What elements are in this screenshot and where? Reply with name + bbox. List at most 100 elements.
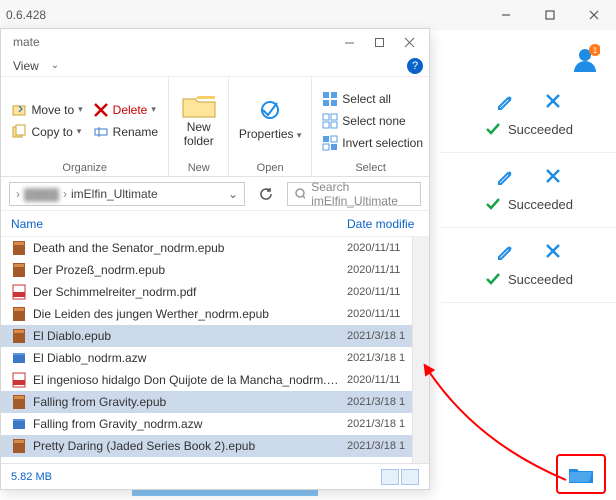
file-name: Der Schimmelreiter_nodrm.pdf [33,285,341,299]
user-avatar-icon[interactable]: 1 [570,44,600,74]
file-icon [11,438,27,454]
chevron-right-icon: › [16,187,20,201]
file-date: 2021/3/18 1 [347,462,419,463]
file-row[interactable]: Der Prozeß_nodrm.epub2020/11/11 [1,259,429,281]
chevron-down-icon: ▾ [77,126,82,137]
file-row[interactable]: El Diablo_nodrm.azw 2021/3/18 1 [1,347,429,369]
footer-size: 5.82 MB [11,471,52,483]
file-name: Pretty Daring (Jaded Series Book 2)_nodr… [33,461,341,463]
file-icon [11,372,27,388]
explorer-minimize-button[interactable] [335,31,363,53]
ribbon-group-organize: Move to ▾ Copy to ▾ Delete ▾ Rename Orga… [1,77,169,176]
view-menu[interactable]: View [1,59,51,73]
ribbon-group-select: Select all Select none Invert selection … [312,77,429,176]
file-list[interactable]: Death and the Senator_nodrm.epub 2020/11/… [1,237,429,463]
file-date: 2020/11/11 [347,286,419,298]
ribbon-group-label: Select [318,162,423,174]
file-icon [11,284,27,300]
close-icon[interactable] [544,242,562,262]
search-input[interactable]: Search imElfin_Ultimate [287,182,421,206]
file-icon [11,240,27,256]
status-label: Succeeded [508,272,573,287]
file-name: Die Leiden des jungen Werther_nodrm.epub [33,307,341,321]
help-icon[interactable]: ? [407,58,423,74]
select-none-button[interactable]: Select none [322,113,423,129]
file-date: 2021/3/18 1 [347,352,419,364]
status-label: Succeeded [508,122,573,137]
chevron-down-icon[interactable]: ⌄ [228,187,238,201]
ribbon-group-label: Organize [7,162,162,174]
file-row[interactable]: Der Schimmelreiter_nodrm.pdf 2020/11/11 [1,281,429,303]
file-icon [11,350,27,366]
chevron-down-icon[interactable]: ⌄ [51,60,59,71]
explorer-titlebar: mate [1,29,429,55]
breadcrumb-parent[interactable]: ▓▓▓▓ [24,187,59,201]
explorer-close-button[interactable] [395,31,423,53]
file-row[interactable]: Falling from Gravity_nodrm.azw 2021/3/18 … [1,413,429,435]
annotation-highlight-box [556,454,606,494]
file-row[interactable]: Death and the Senator_nodrm.epub2020/11/… [1,237,429,259]
app-close-button[interactable] [572,0,616,30]
file-date: 2020/11/11 [347,308,419,320]
select-all-button[interactable]: Select all [322,91,423,107]
file-row[interactable]: Falling from Gravity.epub2021/3/18 1 [1,391,429,413]
search-placeholder: Search imElfin_Ultimate [311,180,414,208]
address-bar: › ▓▓▓▓ › imElfin_Ultimate ⌄ Search imElf… [1,177,429,211]
file-name: Falling from Gravity_nodrm.azw [33,417,341,431]
file-date: 2021/3/18 1 [347,418,419,430]
file-icon [11,262,27,278]
ribbon: Move to ▾ Copy to ▾ Delete ▾ Rename Orga… [1,77,429,177]
file-row[interactable]: Pretty Daring (Jaded Series Book 2)_nodr… [1,457,429,463]
conversion-item: Succeeded [441,228,616,303]
explorer-maximize-button[interactable] [365,31,393,53]
file-row[interactable]: El ingenioso hidalgo Don Quijote de la M… [1,369,429,391]
view-icons-button[interactable] [401,469,419,485]
column-date[interactable]: Date modifie [347,217,419,231]
chevron-right-icon: › [63,187,67,201]
open-folder-icon[interactable] [568,463,594,485]
close-icon[interactable] [544,167,562,187]
delete-button[interactable]: Delete ▾ [93,102,158,118]
column-name[interactable]: Name [11,217,347,231]
properties-button[interactable]: Properties ▾ [235,81,305,160]
conversion-item: Succeeded [441,153,616,228]
file-icon [11,306,27,322]
invert-selection-button[interactable]: Invert selection [322,135,423,151]
copy-to-button[interactable]: Copy to ▾ [11,124,82,140]
breadcrumb-current[interactable]: imElfin_Ultimate [71,187,158,201]
checkmark-icon [484,270,502,288]
address-box[interactable]: › ▓▓▓▓ › imElfin_Ultimate ⌄ [9,182,245,206]
file-name: El ingenioso hidalgo Don Quijote de la M… [33,373,341,387]
edit-icon[interactable] [496,242,516,262]
file-name: Falling from Gravity.epub [33,395,341,409]
edit-icon[interactable] [496,167,516,187]
new-folder-button[interactable]: New folder [175,81,222,160]
file-explorer-window: mate View ⌄ ? Move to ▾ Copy to ▾ Delete… [0,28,430,490]
app-maximize-button[interactable] [528,0,572,30]
conversion-item: Succeeded [441,78,616,153]
file-name: Death and the Senator_nodrm.epub [33,241,341,255]
file-row[interactable]: El Diablo.epub 2021/3/18 1 [1,325,429,347]
edit-icon[interactable] [496,92,516,112]
status-label: Succeeded [508,197,573,212]
file-row[interactable]: Die Leiden des jungen Werther_nodrm.epub… [1,303,429,325]
file-date: 2020/11/11 [347,264,419,276]
file-icon [11,416,27,432]
file-name: El Diablo.epub [33,329,341,343]
ribbon-group-label: Open [235,162,305,174]
chevron-down-icon: ▾ [151,104,156,115]
rename-button[interactable]: Rename [93,124,158,140]
file-date: 2021/3/18 1 [347,330,419,342]
app-minimize-button[interactable] [484,0,528,30]
ribbon-group-label: New [175,162,222,174]
refresh-button[interactable] [253,182,279,206]
file-name: El Diablo_nodrm.azw [33,351,341,365]
app-version: 0.6.428 [0,8,46,22]
view-details-button[interactable] [381,469,399,485]
close-icon[interactable] [544,92,562,112]
chevron-down-icon: ▾ [78,104,83,115]
move-to-button[interactable]: Move to ▾ [11,102,82,118]
search-icon [294,187,305,201]
file-row[interactable]: Pretty Daring (Jaded Series Book 2).epub… [1,435,429,457]
file-date: 2020/11/11 [347,374,419,386]
